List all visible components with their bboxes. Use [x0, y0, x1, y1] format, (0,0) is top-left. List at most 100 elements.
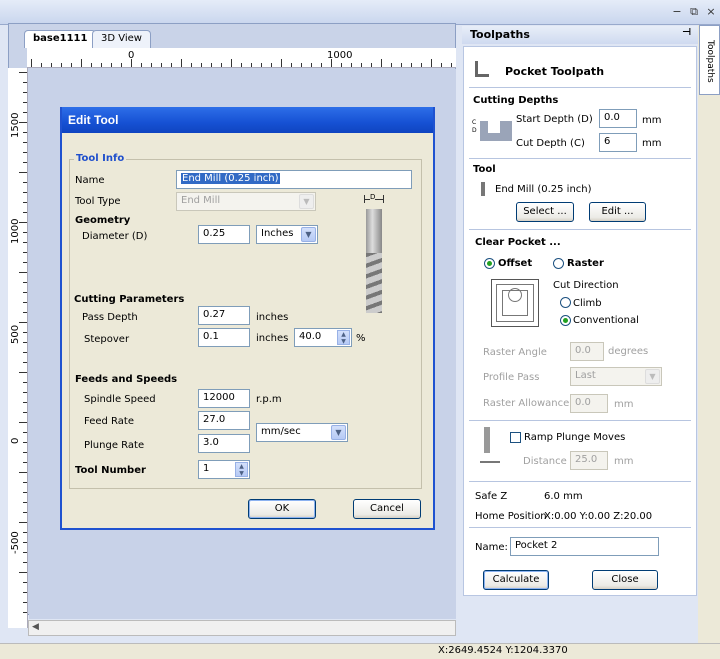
cut-depth-unit: mm — [642, 138, 662, 149]
minimize-icon[interactable]: − — [670, 5, 684, 19]
raster-allowance-input[interactable]: 0.0 — [570, 394, 608, 413]
side-tab-toolpaths[interactable]: Toolpaths — [699, 25, 720, 95]
percent-sign: % — [356, 333, 366, 344]
ruler-tick — [211, 63, 212, 67]
scroll-left-icon[interactable]: ◀ — [32, 622, 39, 632]
conventional-radio[interactable] — [560, 315, 571, 326]
ruler-tick — [23, 212, 27, 213]
profile-pass-select[interactable]: Last ▼ — [570, 367, 662, 386]
edit-tool-button[interactable]: Edit ... — [589, 202, 646, 222]
climb-radio[interactable] — [560, 297, 571, 308]
close-button[interactable]: Close — [592, 570, 658, 590]
diameter-input[interactable]: 0.25 — [198, 225, 250, 244]
close-icon[interactable]: × — [704, 5, 718, 19]
start-depth-unit: mm — [642, 115, 662, 126]
distance-input[interactable]: 25.0 — [570, 451, 608, 470]
ruler-tick — [23, 112, 27, 113]
ruler-tick — [281, 59, 282, 67]
chevron-down-icon: ▼ — [299, 194, 314, 209]
ruler-tick — [23, 532, 27, 533]
ruler-tick — [311, 63, 312, 67]
ramp-diagram-icon — [480, 427, 500, 467]
ruler-tick — [19, 472, 27, 473]
feed-rate-input[interactable]: 27.0 — [198, 411, 250, 430]
cutting-depths-header: Cutting Depths — [473, 95, 559, 106]
vertical-ruler: 1500 1000 500 0 -500 — [8, 68, 28, 628]
ruler-tick — [23, 102, 27, 103]
rate-units-select[interactable]: mm/sec ▼ — [256, 423, 348, 442]
ruler-tick — [23, 342, 27, 343]
stepover-percent-value: 40.0 — [299, 331, 322, 342]
toolpath-name-input[interactable]: Pocket 2 — [510, 537, 659, 556]
cancel-button[interactable]: Cancel — [353, 499, 421, 519]
ruler-tick — [51, 63, 52, 67]
plunge-rate-input[interactable]: 3.0 — [198, 434, 250, 453]
ruler-tick — [411, 63, 412, 67]
ruler-tick — [23, 452, 27, 453]
ruler-tick — [131, 59, 132, 67]
ruler-tick — [23, 402, 27, 403]
spin-arrows-icon[interactable]: ▲ ▼ — [235, 462, 248, 477]
tab-base1111[interactable]: base1111 — [24, 30, 97, 48]
ruler-tick — [171, 63, 172, 67]
profile-pass-value: Last — [575, 370, 596, 381]
tool-number-input[interactable]: 1 ▲ ▼ — [198, 460, 250, 479]
ok-button[interactable]: OK — [248, 499, 316, 519]
ruler-label: 500 — [10, 324, 21, 344]
pass-depth-unit: inches — [256, 312, 289, 323]
raster-angle-label: Raster Angle — [483, 347, 547, 358]
profile-pass-label: Profile Pass — [483, 372, 540, 383]
stepover-percent-input[interactable]: 40.0 ▲ ▼ — [294, 328, 352, 347]
tool-name-input[interactable]: End Mill (0.25 inch) — [176, 170, 412, 189]
spindle-speed-input[interactable]: 12000 — [198, 389, 250, 408]
units-select[interactable]: Inches ▼ — [256, 225, 318, 244]
ruler-tick — [23, 542, 27, 543]
ruler-tick — [23, 512, 27, 513]
ruler-tick — [23, 352, 27, 353]
ruler-tick — [23, 612, 27, 613]
ruler-tick — [271, 63, 272, 67]
spin-arrows-icon[interactable]: ▲ ▼ — [337, 330, 350, 345]
pin-icon[interactable]: ⊣ — [682, 27, 691, 38]
start-depth-input[interactable]: 0.0 — [599, 109, 637, 128]
plunge-rate-label: Plunge Rate — [84, 440, 145, 451]
ruler-tick — [31, 59, 32, 67]
ruler-tick — [141, 63, 142, 67]
tool-number-label: Tool Number — [75, 465, 146, 476]
tool-info-header: Tool Info — [74, 153, 127, 164]
cutting-parameters-header: Cutting Parameters — [74, 294, 185, 305]
raster-radio[interactable] — [553, 258, 564, 269]
select-tool-button[interactable]: Select ... — [516, 202, 574, 222]
ruler-tick — [401, 63, 402, 67]
ruler-tick — [23, 362, 27, 363]
pass-depth-input[interactable]: 0.27 — [198, 306, 250, 325]
cut-depth-label: Cut Depth (C) — [516, 138, 585, 149]
ruler-tick — [19, 372, 27, 373]
ruler-tick — [181, 59, 182, 67]
ruler-tick — [23, 602, 27, 603]
geometry-header: Geometry — [75, 215, 131, 226]
ruler-tick — [19, 122, 27, 123]
restore-icon[interactable]: ⧉ — [687, 5, 701, 19]
stepover-unit: inches — [256, 333, 289, 344]
chevron-down-icon: ▼ — [331, 425, 346, 440]
tool-type-select[interactable]: End Mill ▼ — [176, 192, 316, 211]
cut-depth-input[interactable]: 6 — [599, 133, 637, 152]
feed-rate-label: Feed Rate — [84, 416, 134, 427]
ruler-tick — [111, 63, 112, 67]
horizontal-scrollbar[interactable]: ◀ — [28, 620, 456, 636]
stepover-input[interactable]: 0.1 — [198, 328, 250, 347]
tab-3d-view[interactable]: 3D View — [92, 30, 151, 48]
ruler-tick — [381, 59, 382, 67]
stepover-label: Stepover — [84, 334, 130, 345]
calculate-button[interactable]: Calculate — [483, 570, 549, 590]
ruler-tick — [451, 63, 452, 67]
ramp-plunge-checkbox[interactable] — [510, 432, 521, 443]
ruler-tick — [241, 63, 242, 67]
ruler-tick — [291, 63, 292, 67]
raster-angle-input[interactable]: 0.0 — [570, 342, 604, 361]
end-mill-icon — [481, 182, 485, 196]
window-titlebar: − ⧉ × — [0, 0, 720, 25]
offset-radio[interactable] — [484, 258, 495, 269]
ruler-tick — [23, 562, 27, 563]
